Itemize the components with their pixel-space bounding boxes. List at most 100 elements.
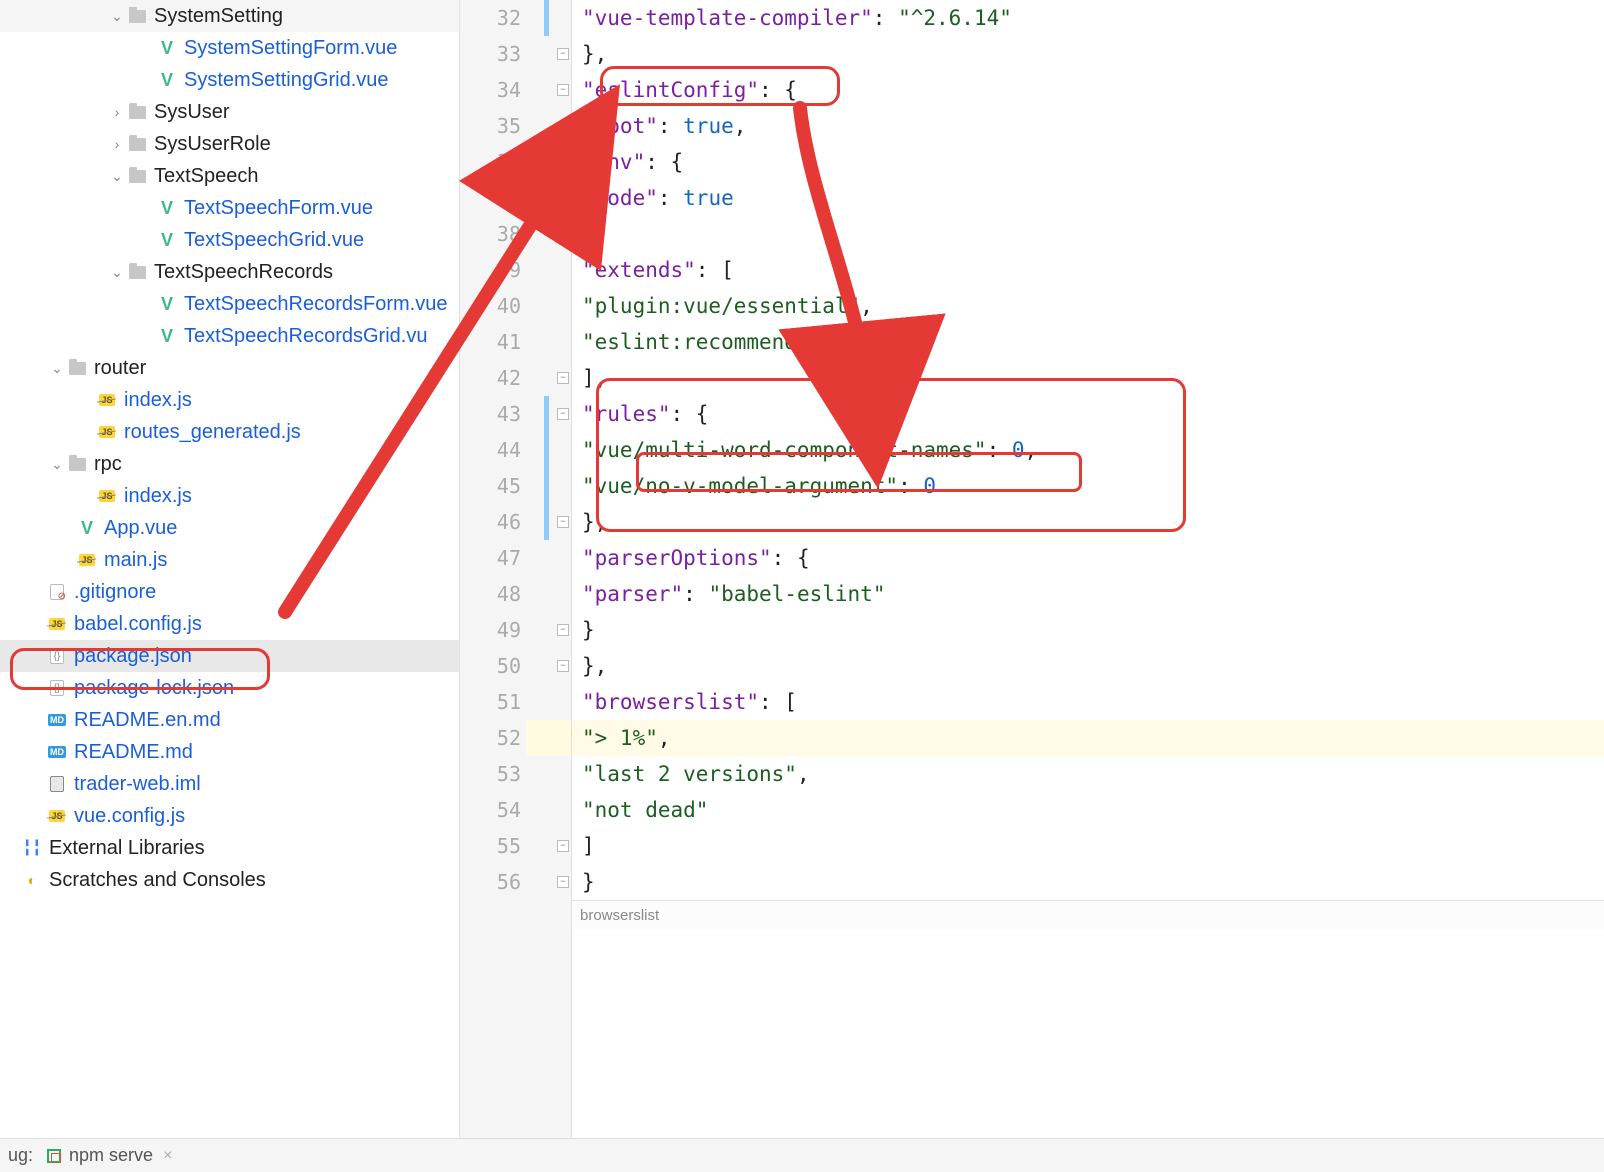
- gutter-line[interactable]: 35: [460, 108, 571, 144]
- gutter-line[interactable]: 51: [460, 684, 571, 720]
- chevron-right-icon[interactable]: ›: [108, 136, 126, 152]
- gutter-line[interactable]: 46−: [460, 504, 571, 540]
- gutter-line[interactable]: 44: [460, 432, 571, 468]
- chevron-right-icon[interactable]: ›: [108, 104, 126, 120]
- tree-item[interactable]: JSmain.js: [0, 544, 459, 576]
- code-line[interactable]: ]: [572, 828, 1604, 864]
- code-line[interactable]: "last 2 versions",: [572, 756, 1604, 792]
- gutter-line[interactable]: 45: [460, 468, 571, 504]
- code-line[interactable]: "rules": {: [572, 396, 1604, 432]
- code-line[interactable]: "plugin:vue/essential",: [572, 288, 1604, 324]
- chevron-down-icon[interactable]: ⌄: [48, 360, 66, 377]
- code-line[interactable]: },: [572, 648, 1604, 684]
- code-line[interactable]: "parserOptions": {: [572, 540, 1604, 576]
- tree-item[interactable]: ╏╏External Libraries: [0, 832, 459, 864]
- chevron-down-icon[interactable]: ⌄: [108, 168, 126, 185]
- code-line[interactable]: "not dead": [572, 792, 1604, 828]
- code-line[interactable]: "parser": "babel-eslint": [572, 576, 1604, 612]
- gutter-line[interactable]: 43−: [460, 396, 571, 432]
- fold-toggle-icon[interactable]: −: [557, 228, 569, 240]
- tree-item[interactable]: VApp.vue: [0, 512, 459, 544]
- tree-item[interactable]: ⌄TextSpeechRecords: [0, 256, 459, 288]
- code-line[interactable]: },: [572, 216, 1604, 252]
- tree-item[interactable]: ›SysUserRole: [0, 128, 459, 160]
- tree-item[interactable]: JSvue.config.js: [0, 800, 459, 832]
- tree-item[interactable]: MDREADME.en.md: [0, 704, 459, 736]
- gutter-line[interactable]: 54: [460, 792, 571, 828]
- gutter-line[interactable]: 48: [460, 576, 571, 612]
- tree-item[interactable]: VSystemSettingGrid.vue: [0, 64, 459, 96]
- fold-toggle-icon[interactable]: −: [557, 408, 569, 420]
- gutter-line[interactable]: 47: [460, 540, 571, 576]
- tree-item[interactable]: VTextSpeechRecordsForm.vue: [0, 288, 459, 320]
- breadcrumb-segment[interactable]: browserslist: [580, 907, 659, 924]
- gutter-line[interactable]: 53: [460, 756, 571, 792]
- run-config-name[interactable]: npm serve: [69, 1145, 153, 1166]
- code-line[interactable]: },: [572, 36, 1604, 72]
- code-line[interactable]: "node": true: [572, 180, 1604, 216]
- project-tree[interactable]: ⌄SystemSettingVSystemSettingForm.vueVSys…: [0, 0, 459, 1172]
- tree-item[interactable]: ⌄router: [0, 352, 459, 384]
- run-config-icon[interactable]: [47, 1149, 61, 1163]
- gutter-line[interactable]: 39: [460, 252, 571, 288]
- gutter-line[interactable]: 37: [460, 180, 571, 216]
- gutter-line[interactable]: 36+: [460, 144, 571, 180]
- chevron-down-icon[interactable]: ⌄: [108, 264, 126, 281]
- tree-item[interactable]: JSbabel.config.js: [0, 608, 459, 640]
- tree-item[interactable]: VTextSpeechForm.vue: [0, 192, 459, 224]
- code-line[interactable]: "extends": [: [572, 252, 1604, 288]
- gutter-line[interactable]: 41: [460, 324, 571, 360]
- fold-toggle-icon[interactable]: −: [557, 840, 569, 852]
- code-line[interactable]: "browserslist": [: [572, 684, 1604, 720]
- editor-gutter[interactable]: 3233−34−3536+3738−39404142−43−444546−474…: [460, 0, 572, 1172]
- code-line[interactable]: "vue/no-v-model-argument": 0: [572, 468, 1604, 504]
- tree-item[interactable]: VSystemSettingForm.vue: [0, 32, 459, 64]
- gutter-line[interactable]: 49−: [460, 612, 571, 648]
- fold-toggle-icon[interactable]: −: [557, 516, 569, 528]
- fold-toggle-icon[interactable]: −: [557, 84, 569, 96]
- fold-toggle-icon[interactable]: −: [557, 624, 569, 636]
- gutter-line[interactable]: 50−: [460, 648, 571, 684]
- tree-item[interactable]: JSindex.js: [0, 480, 459, 512]
- code-line[interactable]: },: [572, 504, 1604, 540]
- tree-item[interactable]: ⌄SystemSetting: [0, 0, 459, 32]
- tree-item[interactable]: {}package.json: [0, 640, 459, 672]
- fold-toggle-icon[interactable]: +: [557, 156, 569, 168]
- gutter-line[interactable]: 34−: [460, 72, 571, 108]
- fold-toggle-icon[interactable]: −: [557, 660, 569, 672]
- tree-item[interactable]: JSroutes_generated.js: [0, 416, 459, 448]
- gutter-line[interactable]: 32: [460, 0, 571, 36]
- code-line[interactable]: "root": true,: [572, 108, 1604, 144]
- fold-toggle-icon[interactable]: −: [557, 876, 569, 888]
- code-line[interactable]: "eslint:recommended": [572, 324, 1604, 360]
- tree-item[interactable]: {}package-lock.json: [0, 672, 459, 704]
- tree-item[interactable]: trader-web.iml: [0, 768, 459, 800]
- gutter-line[interactable]: 42−: [460, 360, 571, 396]
- code-line[interactable]: "> 1%",: [572, 720, 1604, 756]
- gutter-line[interactable]: 52💡: [460, 720, 571, 756]
- code-editor[interactable]: "vue-template-compiler": "^2.6.14" }, "e…: [572, 0, 1604, 1172]
- gutter-line[interactable]: 56−: [460, 864, 571, 900]
- tree-item[interactable]: ◐Scratches and Consoles: [0, 864, 459, 896]
- gutter-line[interactable]: 40: [460, 288, 571, 324]
- code-line[interactable]: }: [572, 612, 1604, 648]
- gutter-line[interactable]: 33−: [460, 36, 571, 72]
- code-line[interactable]: "vue/multi-word-component-names": 0,: [572, 432, 1604, 468]
- close-icon[interactable]: ×: [163, 1147, 172, 1165]
- code-content[interactable]: "vue-template-compiler": "^2.6.14" }, "e…: [572, 0, 1604, 900]
- tree-item[interactable]: ⌄rpc: [0, 448, 459, 480]
- fold-toggle-icon[interactable]: −: [557, 372, 569, 384]
- gutter-line[interactable]: 38−: [460, 216, 571, 252]
- chevron-down-icon[interactable]: ⌄: [108, 8, 126, 25]
- chevron-down-icon[interactable]: ⌄: [48, 456, 66, 473]
- breadcrumb-bar[interactable]: browserslist: [572, 900, 1604, 930]
- code-line[interactable]: ],: [572, 360, 1604, 396]
- tree-item[interactable]: VTextSpeechGrid.vue: [0, 224, 459, 256]
- code-line[interactable]: "vue-template-compiler": "^2.6.14": [572, 0, 1604, 36]
- gutter-line[interactable]: 55−: [460, 828, 571, 864]
- tree-item[interactable]: .gitignore: [0, 576, 459, 608]
- code-line[interactable]: "eslintConfig": {: [572, 72, 1604, 108]
- tree-item[interactable]: ⌄TextSpeech: [0, 160, 459, 192]
- tree-item[interactable]: VTextSpeechRecordsGrid.vu: [0, 320, 459, 352]
- code-line[interactable]: "env": {: [572, 144, 1604, 180]
